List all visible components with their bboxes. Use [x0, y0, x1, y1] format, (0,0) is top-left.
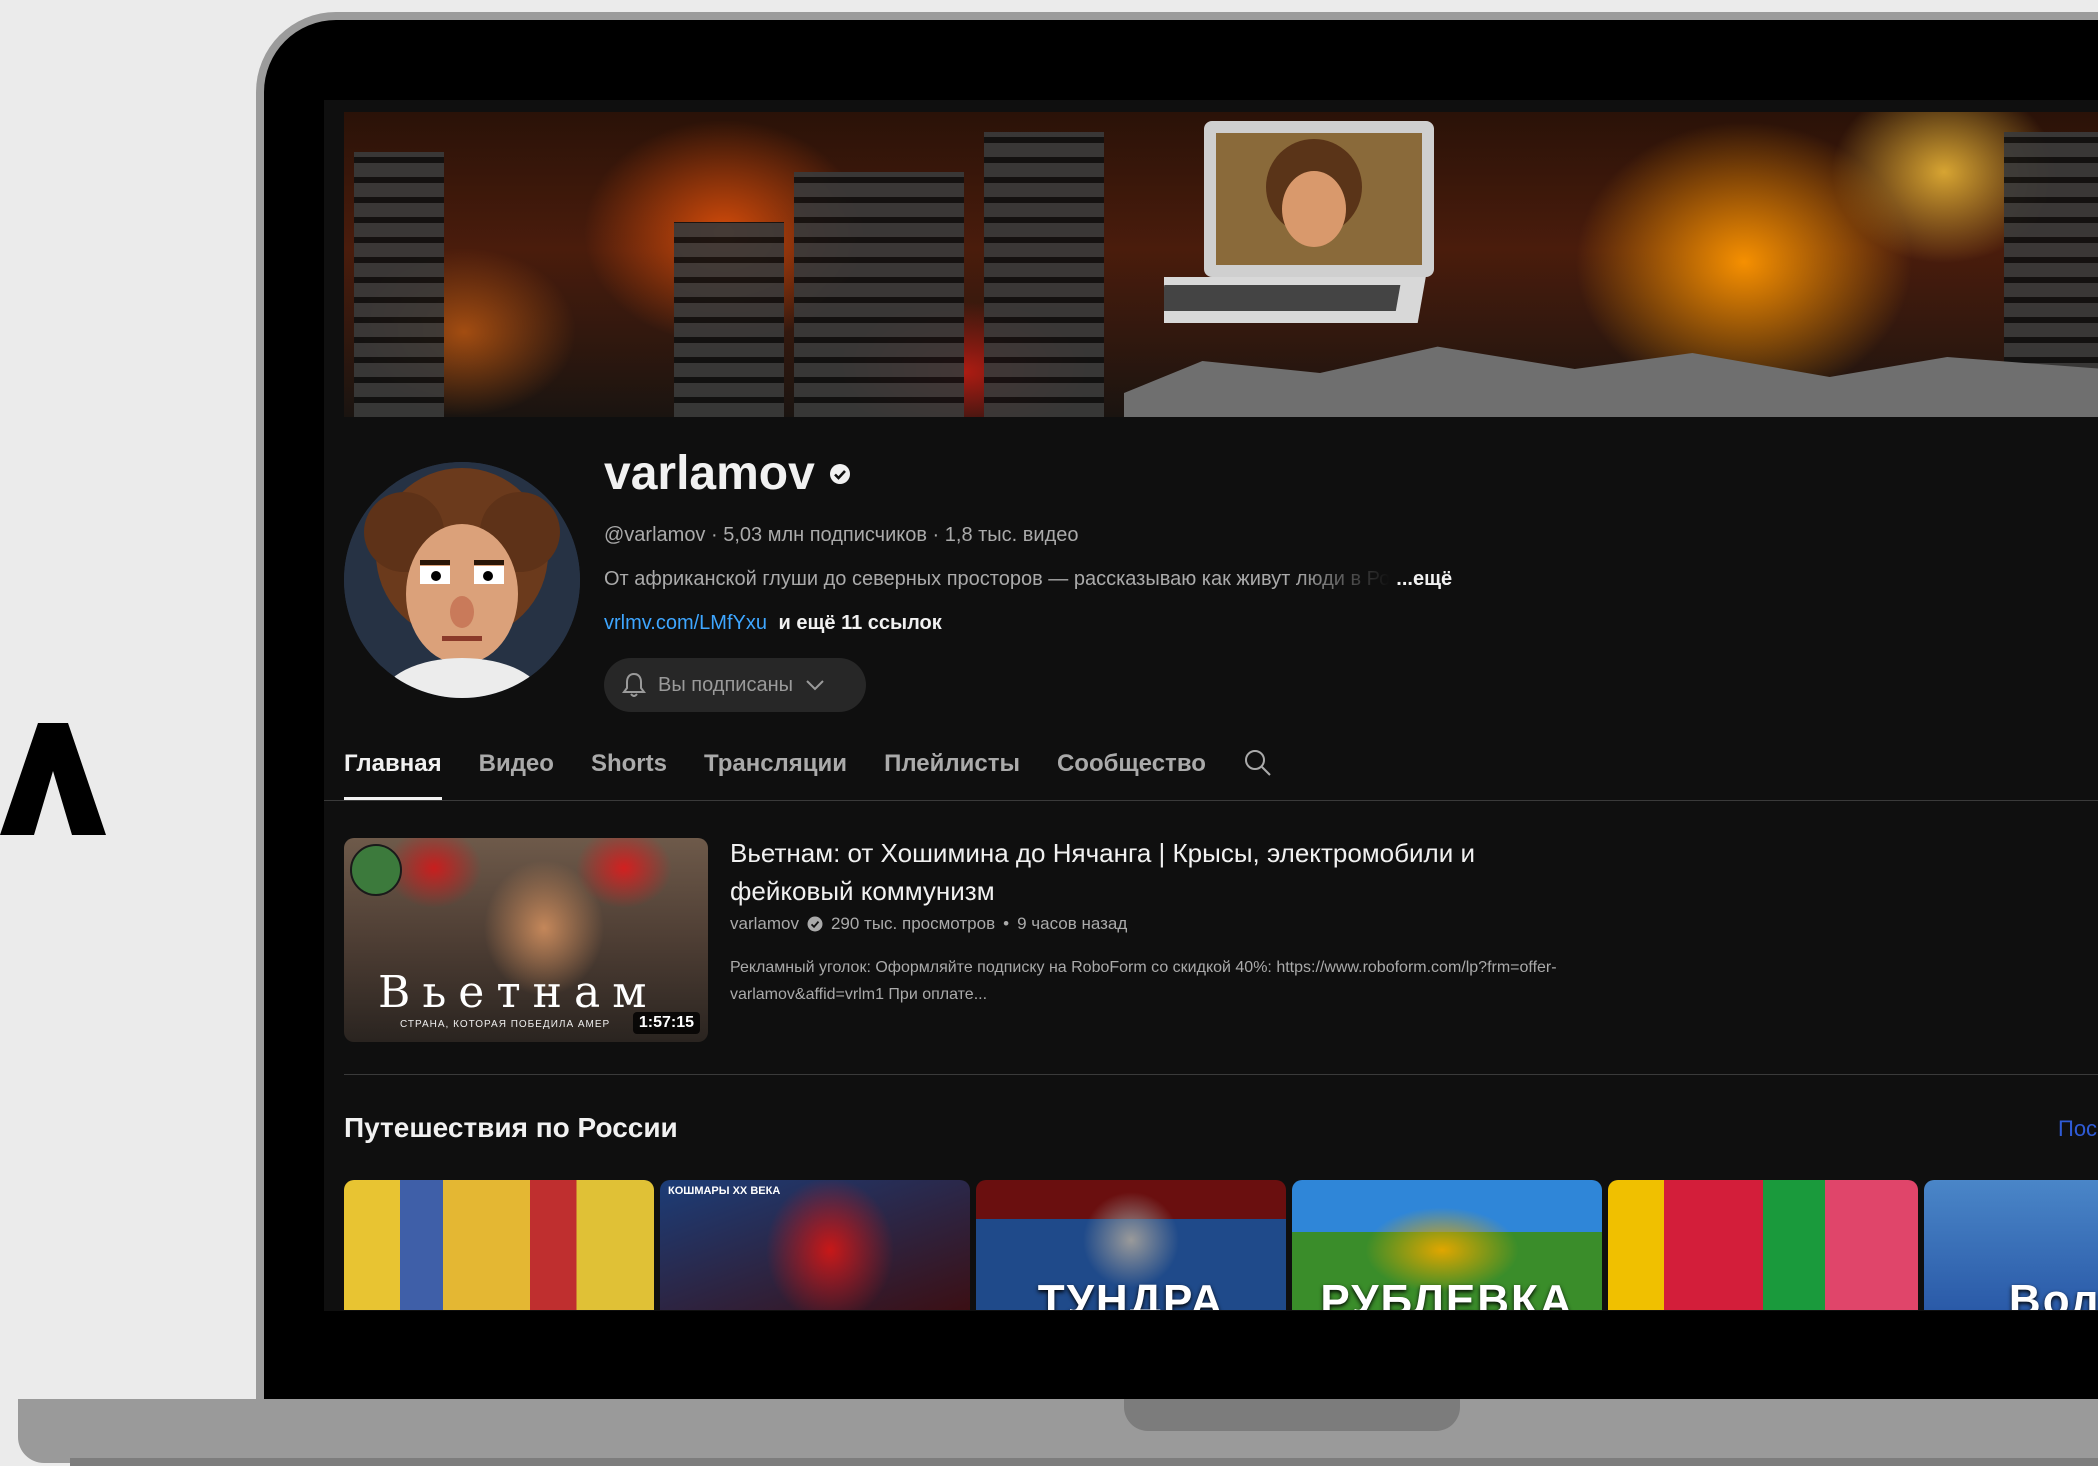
more-links-button[interactable]: и ещё 11 ссылок	[779, 612, 942, 634]
search-icon	[1244, 750, 1271, 776]
playlist-card[interactable]: РУБЛЕВКА	[1292, 1180, 1602, 1310]
featured-video-title[interactable]: Вьетнам: от Хошимина до Нячанга | Крысы,…	[730, 834, 1550, 910]
channel-name: varlamov	[604, 446, 851, 501]
brand-logo	[0, 723, 106, 835]
youtube-channel-page: varlamov @varlamov · 5,03 млн подписчико…	[324, 100, 2098, 1311]
featured-video-description: Рекламный уголок: Оформляйте подписку на…	[730, 959, 1557, 1003]
featured-video-meta: varlamov 290 тыс. просмотров • 9 часов н…	[730, 914, 1128, 934]
video-count: 1,8 тыс. видео	[944, 524, 1079, 546]
bell-icon	[622, 672, 646, 697]
tab-playlists[interactable]: Плейлисты	[884, 740, 1020, 800]
tabs-divider	[324, 800, 2098, 801]
video-channel-name[interactable]: varlamov	[730, 914, 799, 934]
tab-videos[interactable]: Видео	[479, 740, 554, 800]
laptop-notch	[1124, 1399, 1460, 1431]
playlist-card[interactable]	[1608, 1180, 1918, 1310]
verified-badge-icon	[829, 463, 850, 484]
playlist-card[interactable]: КОШМАРЫ XX ВЕКА	[660, 1180, 970, 1310]
banner-laptop-illustration	[1164, 121, 1434, 323]
laptop-base-shadow	[70, 1458, 2098, 1466]
play-all-link[interactable]: Пос	[2058, 1116, 2097, 1142]
channel-meta: @varlamov · 5,03 млн подписчиков · 1,8 т…	[604, 524, 1079, 546]
channel-links: vrlmv.com/LMfYxu и ещё 11 ссылок	[604, 612, 942, 635]
video-duration-badge: 1:57:15	[632, 1012, 700, 1034]
channel-description-text: От африканской глуши до северных простор…	[604, 568, 1391, 590]
playlist-card[interactable]: ТУНДРА	[976, 1180, 1286, 1310]
chevron-down-icon	[806, 680, 824, 691]
section-divider	[344, 1074, 2098, 1075]
playlist-card[interactable]: Волго	[1924, 1180, 2098, 1310]
subscribed-button[interactable]: Вы подписаны	[604, 658, 866, 712]
subscribed-label: Вы подписаны	[658, 673, 793, 696]
channel-banner	[344, 112, 2098, 417]
card-tag: КОШМАРЫ XX ВЕКА	[668, 1185, 781, 1197]
laptop-base	[18, 1399, 2098, 1463]
video-age: 9 часов назад	[1017, 914, 1128, 933]
featured-video-thumbnail[interactable]: Вьетнам СТРАНА, КОТОРАЯ ПОБЕДИЛА АМЕР 1:…	[344, 838, 708, 1042]
channel-handle: @varlamov	[604, 524, 706, 546]
playlist-section-title[interactable]: Путешествия по России	[344, 1112, 678, 1144]
channel-avatar[interactable]	[344, 462, 580, 698]
channel-description[interactable]: От африканской глуши до северных простор…	[604, 568, 1452, 591]
verified-icon	[807, 916, 823, 932]
playlist-card[interactable]	[344, 1180, 654, 1310]
channel-primary-link[interactable]: vrlmv.com/LMfYxu	[604, 612, 767, 634]
tab-home[interactable]: Главная	[344, 740, 442, 800]
tab-shorts[interactable]: Shorts	[591, 740, 667, 800]
description-more-link[interactable]: ...ещё	[1396, 568, 1452, 591]
tab-live[interactable]: Трансляции	[704, 740, 847, 800]
thumbnail-subtitle: СТРАНА, КОТОРАЯ ПОБЕДИЛА АМЕР	[400, 1019, 611, 1030]
playlist-shelf: КОШМАРЫ XX ВЕКА ТУНДРА РУБЛЕВКА Волго	[344, 1180, 2098, 1310]
tab-community[interactable]: Сообщество	[1057, 740, 1206, 800]
travel-avatar-badge	[350, 844, 402, 896]
channel-tabs: Главная Видео Shorts Трансляции Плейлист…	[344, 740, 1310, 800]
channel-name-text: varlamov	[604, 447, 815, 500]
channel-search-button[interactable]	[1243, 740, 1273, 800]
subscriber-count: 5,03 млн подписчиков	[723, 524, 927, 546]
thumbnail-title: Вьетнам	[378, 967, 659, 1018]
video-views: 290 тыс. просмотров	[830, 914, 996, 933]
